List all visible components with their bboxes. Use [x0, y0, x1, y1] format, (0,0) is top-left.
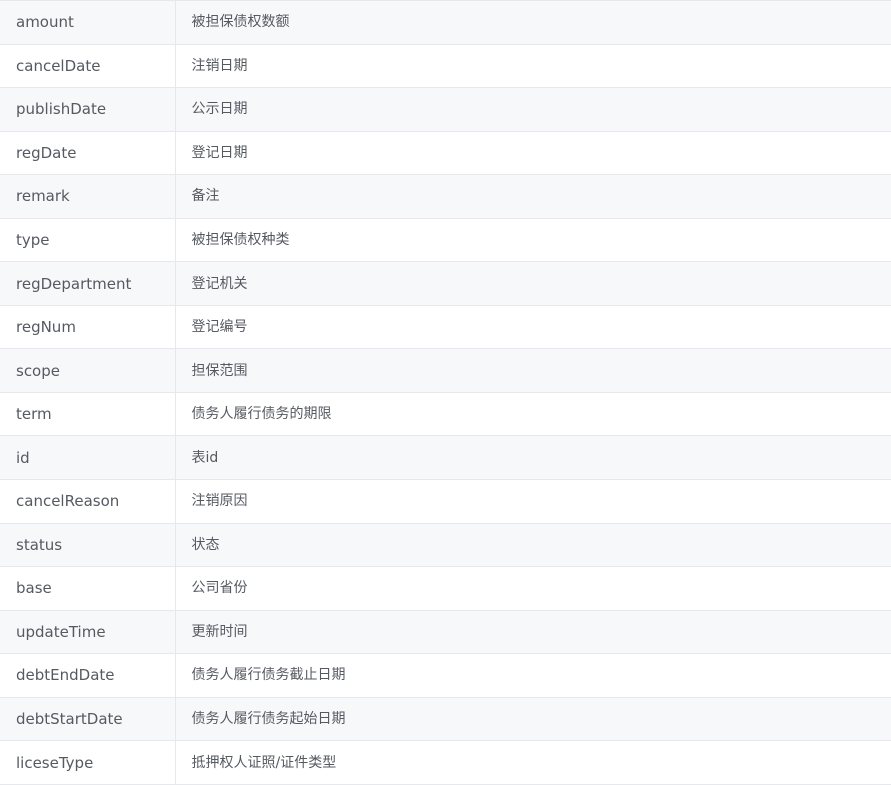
field-description-cell: 状态: [175, 523, 891, 568]
table-row: regDate 登记日期: [0, 131, 891, 176]
field-description-cell: 登记编号: [175, 305, 891, 350]
field-name-cell: cancelReason: [0, 479, 176, 524]
field-name-cell: base: [0, 566, 176, 611]
table-row: updateTime 更新时间: [0, 610, 891, 655]
field-name-cell: scope: [0, 348, 176, 393]
field-description-cell: 登记机关: [175, 261, 891, 306]
field-description-cell: 备注: [175, 174, 891, 219]
table-row: type 被担保债权种类: [0, 218, 891, 263]
table-row: term 债务人履行债务的期限: [0, 392, 891, 437]
field-name-cell: regDate: [0, 131, 176, 176]
table-row: publishDate 公示日期: [0, 87, 891, 132]
field-name-cell: type: [0, 218, 176, 263]
field-description-cell: 登记日期: [175, 131, 891, 176]
field-description-cell: 表id: [175, 435, 891, 481]
field-description-cell: 公司省份: [175, 566, 891, 611]
field-name-cell: amount: [0, 0, 176, 45]
field-name-cell: regNum: [0, 305, 176, 350]
field-description-cell: 注销原因: [175, 479, 891, 524]
field-description-cell: 担保范围: [175, 348, 891, 393]
table-row: id 表id: [0, 435, 891, 481]
field-name-cell: term: [0, 392, 176, 437]
table-row: debtStartDate 债务人履行债务起始日期: [0, 697, 891, 742]
field-name-cell: updateTime: [0, 610, 176, 655]
table-row: regNum 登记编号: [0, 305, 891, 350]
field-table-body: amount 被担保债权数额 cancelDate 注销日期 publishDa…: [0, 0, 891, 785]
field-description-cell: 更新时间: [175, 610, 891, 655]
table-row: liceseType 抵押权人证照/证件类型: [0, 740, 891, 785]
table-row: base 公司省份: [0, 566, 891, 611]
field-name-cell: cancelDate: [0, 44, 176, 89]
field-name-cell: debtStartDate: [0, 697, 176, 742]
table-row: cancelReason 注销原因: [0, 479, 891, 524]
field-name-cell: liceseType: [0, 740, 176, 785]
field-description-cell: 抵押权人证照/证件类型: [175, 740, 891, 785]
field-description-cell: 被担保债权数额: [175, 0, 891, 45]
field-description-cell: 被担保债权种类: [175, 218, 891, 263]
field-name-cell: publishDate: [0, 87, 176, 132]
table-row: debtEndDate 债务人履行债务截止日期: [0, 653, 891, 698]
field-description-cell: 注销日期: [175, 44, 891, 89]
field-description-cell: 债务人履行债务起始日期: [175, 697, 891, 742]
field-name-cell: remark: [0, 174, 176, 219]
field-name-cell: status: [0, 523, 176, 568]
table-row: cancelDate 注销日期: [0, 44, 891, 89]
table-row: amount 被担保债权数额: [0, 0, 891, 45]
table-row: regDepartment 登记机关: [0, 261, 891, 306]
table-row: status 状态: [0, 523, 891, 568]
field-description-cell: 公示日期: [175, 87, 891, 132]
field-description-cell: 债务人履行债务的期限: [175, 392, 891, 437]
table-row: remark 备注: [0, 174, 891, 219]
field-name-cell: id: [0, 435, 176, 481]
field-name-cell: debtEndDate: [0, 653, 176, 698]
table-row: scope 担保范围: [0, 348, 891, 393]
field-description-cell: 债务人履行债务截止日期: [175, 653, 891, 698]
field-name-cell: regDepartment: [0, 261, 176, 306]
field-description-table: amount 被担保债权数额 cancelDate 注销日期 publishDa…: [0, 0, 891, 785]
